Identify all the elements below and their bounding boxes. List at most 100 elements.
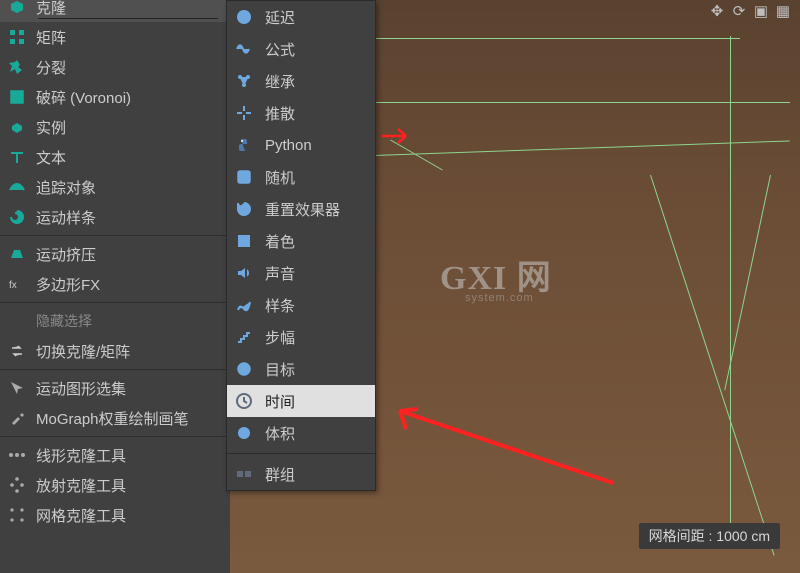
gridclone-icon — [6, 504, 28, 526]
sub-item-spline[interactable]: 样条 — [227, 289, 375, 321]
menu-item-label: 放射克隆工具 — [36, 475, 230, 496]
sub-item-label: 推散 — [265, 103, 295, 124]
status-grid-spacing: 网格间距 : 1000 cm — [639, 523, 780, 549]
menu-item-swap[interactable]: 切换克隆/矩阵 — [0, 336, 230, 366]
svg-text:fx: fx — [9, 280, 17, 291]
sub-item-random[interactable]: 随机 — [227, 161, 375, 193]
menu-item-matrix[interactable]: 矩阵 — [0, 22, 230, 52]
sub-item-label: 声音 — [265, 263, 295, 284]
menu-item-label: 切换克隆/矩阵 — [36, 341, 230, 362]
submenu-separator — [227, 453, 375, 454]
viewport-move-icon[interactable]: ✥ — [708, 2, 726, 20]
underline-decor — [38, 18, 218, 19]
menu-item-label: 运动图形选集 — [36, 378, 230, 399]
menu-item-label: 多边形FX — [36, 274, 230, 295]
shader-icon — [233, 230, 255, 252]
menu-item-label: 网格克隆工具 — [36, 505, 230, 526]
menu-item-weightbrush[interactable]: MoGraph权重绘制画笔 — [0, 403, 230, 433]
linear-icon — [6, 444, 28, 466]
python-icon — [233, 134, 255, 156]
sub-item-label: 着色 — [265, 231, 295, 252]
sub-item-time[interactable]: 时间 — [227, 385, 375, 417]
fracture-icon — [6, 56, 28, 78]
menu-separator — [0, 436, 230, 437]
sub-item-label: 公式 — [265, 39, 295, 60]
menu-item-moextrude[interactable]: 运动挤压 — [0, 239, 230, 269]
watermark-sub: system.com — [465, 292, 534, 304]
viewport-rotate-icon[interactable]: ⟳ — [730, 2, 748, 20]
radial-icon — [6, 474, 28, 496]
group-icon — [233, 463, 255, 485]
menu-separator — [0, 235, 230, 236]
push-icon — [233, 102, 255, 124]
inherit-icon — [233, 70, 255, 92]
sub-item-step[interactable]: 步幅 — [227, 321, 375, 353]
menu-item-label: 追踪对象 — [36, 177, 230, 198]
menu-item-moselection[interactable]: 运动图形选集 — [0, 373, 230, 403]
menu-item-mospline[interactable]: 运动样条 — [0, 202, 230, 232]
volume-icon — [233, 422, 255, 444]
sub-item-label: 重置效果器 — [265, 199, 340, 220]
sub-item-label: 目标 — [265, 359, 295, 380]
effectors-submenu: 延迟 公式 继承 推散 Python 随机 重置效果器 着色 声音 样条 步幅 — [226, 0, 376, 491]
sub-item-volume[interactable]: 体积 — [227, 417, 375, 449]
menu-item-voronoi[interactable]: 破碎 (Voronoi) — [0, 82, 230, 112]
sub-item-label: 继承 — [265, 71, 295, 92]
menu-item-text[interactable]: 文本 — [0, 142, 230, 172]
viewport-toolbar-icons: ✥ ⟳ ▣ ▦ — [708, 2, 792, 20]
menu-item-tracer[interactable]: 追踪对象 — [0, 172, 230, 202]
menu-item-label: MoGraph权重绘制画笔 — [36, 408, 230, 429]
menu-item-label: 运动样条 — [36, 207, 230, 228]
sub-item-formula[interactable]: 公式 — [227, 33, 375, 65]
menu-item-label: 破碎 (Voronoi) — [36, 87, 230, 108]
selection-icon — [6, 377, 28, 399]
menu-item-label: 分裂 — [36, 57, 230, 78]
menu-item-fracture[interactable]: 分裂 — [0, 52, 230, 82]
menu-item-radialclone[interactable]: 放射克隆工具 — [0, 470, 230, 500]
reset-icon — [233, 198, 255, 220]
menu-item-instance[interactable]: 实例 — [0, 112, 230, 142]
sub-item-label: 时间 — [265, 391, 295, 412]
random-icon — [233, 166, 255, 188]
sub-item-shader[interactable]: 着色 — [227, 225, 375, 257]
text-icon — [6, 146, 28, 168]
formula-icon — [233, 38, 255, 60]
sound-icon — [233, 262, 255, 284]
sub-item-label: 随机 — [265, 167, 295, 188]
viewport-zoom-icon[interactable]: ▣ — [752, 2, 770, 20]
grid-icon — [6, 26, 28, 48]
sub-item-label: Python — [265, 137, 312, 154]
sub-item-sound[interactable]: 声音 — [227, 257, 375, 289]
swap-icon — [6, 340, 28, 362]
step-icon — [233, 326, 255, 348]
menu-item-linearclone[interactable]: 线形克隆工具 — [0, 440, 230, 470]
sub-item-push[interactable]: 推散 — [227, 97, 375, 129]
sub-item-reeffector[interactable]: 重置效果器 — [227, 193, 375, 225]
menu-item-gridclone[interactable]: 网格克隆工具 — [0, 500, 230, 530]
sub-item-target[interactable]: 目标 — [227, 353, 375, 385]
sub-item-python[interactable]: Python — [227, 129, 375, 161]
delay-icon — [233, 6, 255, 28]
menu-item-label: 文本 — [36, 147, 230, 168]
polyfx-icon: fx — [6, 273, 28, 295]
menu-separator — [0, 369, 230, 370]
sub-item-label: 体积 — [265, 423, 295, 444]
viewport-cam-icon[interactable]: ▦ — [774, 2, 792, 20]
brush-icon — [6, 407, 28, 429]
menu-item-label: 隐藏选择 — [36, 311, 230, 331]
clock-icon — [233, 390, 255, 412]
menu-item-polyfx[interactable]: fx 多边形FX — [0, 269, 230, 299]
sub-item-label: 群组 — [265, 464, 295, 485]
menu-separator — [0, 302, 230, 303]
menu-header-hidesel: 隐藏选择 — [0, 306, 230, 336]
sub-item-label: 步幅 — [265, 327, 295, 348]
spiral-icon — [6, 206, 28, 228]
menu-item-label: 克隆 — [36, 0, 230, 18]
menu-item-label: 运动挤压 — [36, 244, 230, 265]
voronoi-icon — [6, 86, 28, 108]
sub-item-label: 样条 — [265, 295, 295, 316]
sub-item-label: 延迟 — [265, 7, 295, 28]
sub-item-delay[interactable]: 延迟 — [227, 1, 375, 33]
sub-item-group[interactable]: 群组 — [227, 458, 375, 490]
sub-item-inherit[interactable]: 继承 — [227, 65, 375, 97]
